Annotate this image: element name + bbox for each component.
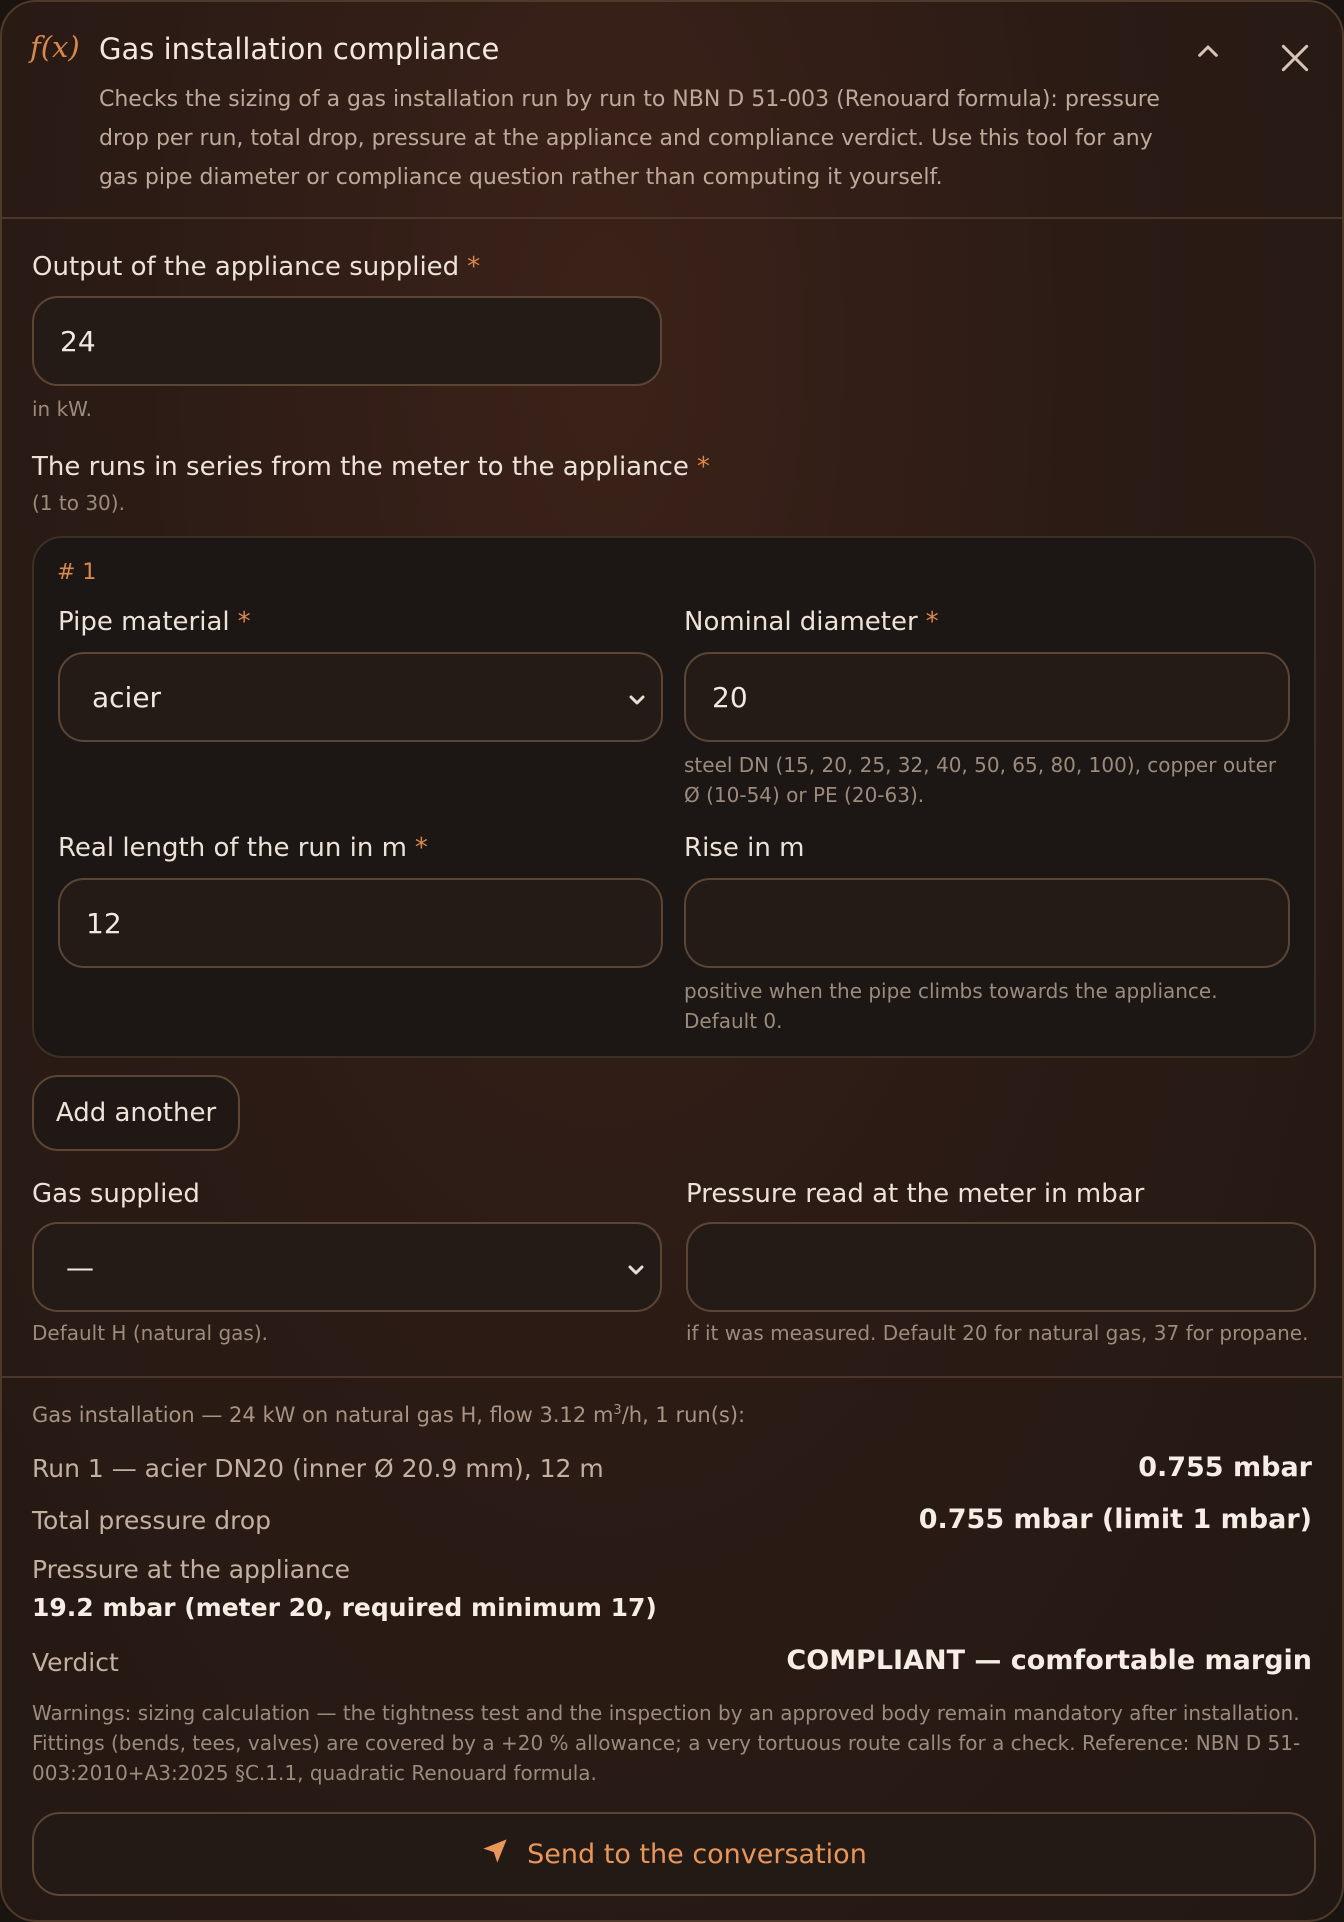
gas-supplied-select[interactable]: — <box>32 1222 662 1312</box>
required-mark: * <box>925 607 939 637</box>
run-number: # 1 <box>57 560 97 585</box>
required-mark: * <box>237 607 251 637</box>
panel-header: f(x) Gas installation compliance Checks … <box>2 2 1342 219</box>
nominal-diameter-hint: steel DN (15, 20, 25, 32, 40, 50, 65, 80… <box>684 753 1277 807</box>
appliance-pressure-value: 19.2 mbar (meter 20, required minimum 17… <box>32 1593 657 1622</box>
chevron-down-icon <box>625 686 649 710</box>
run-1-value: 0.755 mbar <box>1138 1452 1312 1483</box>
send-icon <box>481 1837 509 1872</box>
required-mark: * <box>467 252 481 282</box>
verdict-label: Verdict <box>32 1648 119 1677</box>
send-to-conversation-button[interactable]: Send to the conversation <box>32 1812 1316 1896</box>
nominal-diameter-value: 20 <box>712 680 748 714</box>
rise-input[interactable] <box>684 878 1290 968</box>
gas-supplied-value: — <box>66 1250 94 1284</box>
required-mark: * <box>696 452 710 482</box>
nominal-diameter-input[interactable]: 20 <box>684 652 1290 742</box>
run-1-label: Run 1 — acier DN20 (inner Ø 20.9 mm), 12… <box>32 1454 604 1483</box>
runs-label: The runs in series from the meter to the… <box>32 452 710 482</box>
chevron-down-icon <box>624 1256 648 1280</box>
meter-pressure-input[interactable] <box>686 1222 1316 1312</box>
verdict-value: COMPLIANT — comfortable margin <box>786 1645 1312 1676</box>
nominal-diameter-label: Nominal diameter * <box>684 607 939 637</box>
send-label: Send to the conversation <box>527 1838 867 1870</box>
real-length-input[interactable]: 12 <box>58 878 663 968</box>
function-icon: f(x) <box>30 30 80 64</box>
runs-hint: (1 to 30). <box>32 491 125 515</box>
pipe-material-value: acier <box>92 680 162 714</box>
collapse-chevron-up-icon[interactable] <box>1188 32 1228 72</box>
total-drop-value: 0.755 mbar (limit 1 mbar) <box>918 1504 1312 1535</box>
panel-title: Gas installation compliance <box>99 32 500 66</box>
real-length-value: 12 <box>86 906 122 940</box>
gas-supplied-hint: Default H (natural gas). <box>32 1321 269 1345</box>
warnings-text: Warnings: sizing calculation — the tight… <box>32 1701 1301 1785</box>
tool-panel: f(x) Gas installation compliance Checks … <box>0 0 1344 1922</box>
output-input[interactable]: 24 <box>32 296 662 386</box>
pipe-material-select[interactable]: acier <box>58 652 663 742</box>
results-summary: Gas installation — 24 kW on natural gas … <box>32 1403 746 1427</box>
add-another-button[interactable]: Add another <box>32 1075 240 1151</box>
real-length-label: Real length of the run in m * <box>58 833 428 863</box>
output-hint: in kW. <box>32 397 93 421</box>
panel-description: Checks the sizing of a gas installation … <box>99 87 1160 190</box>
total-drop-label: Total pressure drop <box>32 1506 272 1535</box>
meter-pressure-hint: if it was measured. Default 20 for natur… <box>686 1321 1309 1345</box>
rise-hint: positive when the pipe climbs towards th… <box>684 979 1218 1033</box>
meter-pressure-label: Pressure read at the meter in mbar <box>686 1179 1145 1209</box>
appliance-pressure-label: Pressure at the appliance <box>32 1555 350 1584</box>
rise-label: Rise in m <box>684 833 805 863</box>
close-icon[interactable] <box>1275 38 1315 78</box>
output-label: Output of the appliance supplied * <box>32 252 481 282</box>
gas-supplied-label: Gas supplied <box>32 1179 200 1209</box>
pipe-material-label: Pipe material * <box>58 607 251 637</box>
output-input-value: 24 <box>60 324 96 358</box>
required-mark: * <box>414 833 428 863</box>
